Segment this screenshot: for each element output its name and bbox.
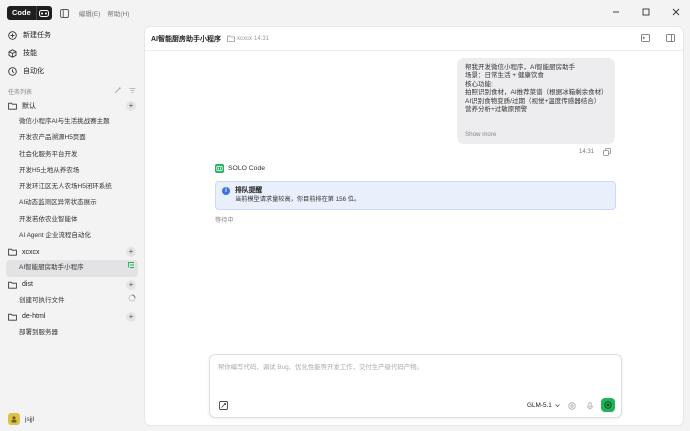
solo-logo-icon <box>215 164 224 173</box>
agent-header: SOLO Code <box>215 164 265 173</box>
filter-icon[interactable] <box>129 87 136 96</box>
group-de-html-label: de-html <box>22 313 46 321</box>
folder-icon <box>8 312 17 321</box>
message-line: 拍照识别食材，AI推荐菜谱（根据冰箱剩余食材） <box>465 89 608 97</box>
add-task-button[interactable]: + <box>126 247 136 258</box>
task-list-label: 任务列表 <box>8 89 33 96</box>
message-composer: GLM-5.1 <box>209 354 622 418</box>
task-item[interactable]: AI动态监测区异常状态展示 <box>0 195 144 211</box>
code-mode-button[interactable]: Code <box>7 6 36 20</box>
menu-help[interactable]: 帮助(H) <box>107 8 129 18</box>
task-list-header: 任务列表 <box>0 84 144 98</box>
waiting-status: 等待中 <box>215 217 234 224</box>
message-line: 核心功能: <box>465 80 493 88</box>
show-more-link[interactable]: Show more <box>465 131 496 138</box>
task-item-label: 创建可执行文件 <box>19 296 65 304</box>
agent-name: SOLO Code <box>228 165 266 172</box>
message-line: 营养分析+过敏原预警 <box>465 106 528 114</box>
group-dist-label: dist <box>22 281 33 289</box>
plus-circle-icon <box>8 30 17 40</box>
sidebar: 新建任务 技能 自动化 任务列表 默认 + 微信小程序AI与生活挑战赛主题 开发… <box>0 26 144 431</box>
message-line: AI识别食物变质/过期（视觉+温度传感器结合） <box>465 97 601 105</box>
model-select[interactable]: GLM-5.1 <box>527 402 560 409</box>
group-dist[interactable]: dist + <box>0 277 144 293</box>
minimize-icon[interactable] <box>610 6 622 18</box>
sidebar-toggle-icon[interactable] <box>58 6 72 20</box>
title-bar: Code 编辑(E) 帮助(H) <box>0 0 690 26</box>
user-profile[interactable]: jsjjl <box>8 413 34 425</box>
group-de-html[interactable]: de-html + <box>0 309 144 325</box>
folder-icon <box>227 35 235 43</box>
task-item[interactable]: 开发H5土地从养农场 <box>0 163 144 179</box>
task-item[interactable]: 开发若依农业智能体 <box>0 212 144 228</box>
copy-icon[interactable] <box>603 148 611 156</box>
task-item[interactable]: 微信小程序AI与生活挑战赛主题 <box>0 114 144 130</box>
task-item[interactable]: 社会化服务平台开发 <box>0 147 144 163</box>
task-item-active[interactable]: AI智能厨房助手小程序 <box>6 260 138 277</box>
group-xcxcx-label: xcxcx <box>22 248 40 256</box>
message-line: 场景：日常生活 + 健康饮食 <box>465 72 544 80</box>
nav-skills-label: 技能 <box>23 50 37 57</box>
task-item[interactable]: 开发环江区无人农场H5闭环系统 <box>0 179 144 195</box>
task-item[interactable]: AI Agent 企业流程自动化 <box>0 228 144 244</box>
stop-icon <box>604 401 612 409</box>
task-item[interactable]: 创建可执行文件 <box>0 293 144 309</box>
close-icon[interactable] <box>670 6 682 18</box>
task-time: 14:31 <box>254 35 270 42</box>
terminal-icon[interactable] <box>641 34 650 44</box>
message-fade <box>457 116 615 130</box>
folder-icon <box>8 102 17 111</box>
group-default[interactable]: 默认 + <box>0 98 144 114</box>
page-title: AI智能厨房助手小程序 <box>151 35 221 43</box>
nav-automation-label: 自动化 <box>23 68 44 75</box>
loading-spinner-icon <box>128 293 136 309</box>
sparkle-icon[interactable] <box>114 86 121 96</box>
message-time: 14:31 <box>579 149 595 155</box>
vr-mode-icon[interactable] <box>35 6 52 20</box>
notice-title: 排队提醒 <box>235 187 263 194</box>
image-icon[interactable] <box>568 402 576 410</box>
chat-panel: AI智能厨房助手小程序 xcxcx · 14:31 帮我开发微信小程序，AI智能… <box>144 26 684 426</box>
chevron-down-icon <box>555 404 560 408</box>
task-item[interactable]: 开发农产品溯源H5页面 <box>0 130 144 146</box>
task-item[interactable]: 部署到服务器 <box>0 325 144 341</box>
panel-layout-icon[interactable] <box>666 34 675 44</box>
clock-icon <box>8 66 17 76</box>
prompt-input[interactable] <box>218 362 608 382</box>
notice-text: 当前模型请求量较高，你目前排在第 156 位。 <box>235 196 361 203</box>
add-task-button[interactable]: + <box>126 101 136 111</box>
user-name: jsjjl <box>25 415 35 423</box>
menu-edit[interactable]: 编辑(E) <box>79 8 101 18</box>
project-name: xcxcx <box>237 35 252 42</box>
window-controls <box>610 6 682 18</box>
group-default-label: 默认 <box>22 103 36 110</box>
microphone-icon[interactable] <box>586 402 594 410</box>
task-tree-icon[interactable] <box>127 260 135 276</box>
avatar <box>8 413 20 425</box>
info-icon: i <box>222 187 230 195</box>
send-button[interactable] <box>601 398 615 412</box>
chat-header: AI智能厨房助手小程序 xcxcx · 14:31 <box>145 27 683 51</box>
maximize-icon[interactable] <box>640 6 652 18</box>
group-xcxcx[interactable]: xcxcx + <box>0 244 144 260</box>
mode-switch[interactable]: Code <box>7 6 52 20</box>
cube-icon <box>8 48 17 58</box>
nav-skills[interactable]: 技能 <box>0 44 144 62</box>
folder-icon <box>8 248 17 257</box>
queue-notice: i 排队提醒 当前模型请求量较高，你目前排在第 156 位。 <box>215 181 616 210</box>
folder-icon <box>8 280 17 289</box>
user-message-bubble: 帮我开发微信小程序，AI智能厨房助手 场景：日常生活 + 健康饮食 核心功能: … <box>457 58 615 144</box>
attach-icon[interactable] <box>219 401 228 410</box>
task-item-label: AI智能厨房助手小程序 <box>19 264 84 272</box>
nav-automation[interactable]: 自动化 <box>0 62 144 80</box>
nav-new-task-label: 新建任务 <box>23 32 51 39</box>
model-name: GLM-5.1 <box>527 402 552 409</box>
add-task-button[interactable]: + <box>126 279 136 290</box>
nav-new-task[interactable]: 新建任务 <box>0 26 144 44</box>
add-task-button[interactable]: + <box>126 311 136 322</box>
